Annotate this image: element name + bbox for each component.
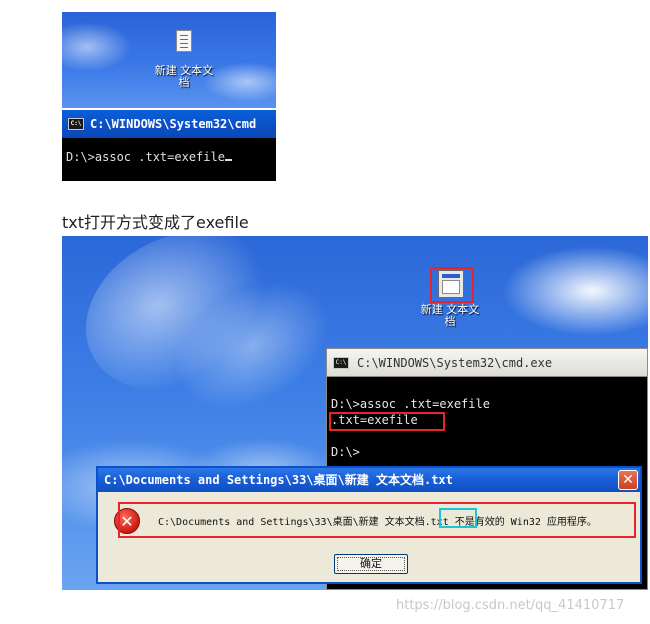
watermark: https://blog.csdn.net/qq_41410717 [396, 598, 625, 613]
desktop-background: 新建 文本文 档 [62, 12, 276, 108]
cmd-title-bar[interactable]: C:\ C:\WINDOWS\System32\cmd.exe [327, 349, 647, 377]
desktop-icon-label-line2: 档 [444, 315, 456, 328]
icon-highlight-box [430, 267, 474, 303]
cmd-window-icon: C:\ [68, 118, 84, 130]
caption: txt打开方式变成了exefile [62, 213, 249, 232]
cmd-line-3: D:\> [331, 445, 360, 459]
desktop-icon-label: 新建 文本文 档 [148, 65, 220, 89]
text-document-icon[interactable] [176, 30, 192, 52]
cmd-command-text: D:\>assoc .txt=exefile [66, 150, 225, 164]
ok-button[interactable]: 确定 [334, 554, 408, 574]
cmd-line-1: D:\>assoc .txt=exefile [331, 397, 490, 411]
desktop-icon-label-line2: 档 [178, 76, 190, 89]
screenshot-large: 新建 文本文 档 C:\ C:\WINDOWS\System32\cmd.exe… [62, 236, 648, 590]
cmd-window-icon: C:\ [333, 357, 349, 369]
desktop-icon-label: 新建 文本文 档 [408, 304, 492, 328]
text-cursor [224, 159, 232, 161]
cloud-decoration [62, 22, 132, 72]
cmd-window[interactable]: C:\ C:\WINDOWS\System32\cmd D:\>assoc .t… [62, 110, 276, 181]
extension-highlight-box [439, 508, 477, 528]
message-highlight-box [118, 502, 636, 538]
close-button[interactable]: ✕ [618, 470, 638, 490]
dialog-title-bar[interactable]: C:\Documents and Settings\33\桌面\新建 文本文档.… [98, 468, 640, 492]
cmd-title: C:\WINDOWS\System32\cmd.exe [357, 356, 553, 370]
cmd-title: C:\WINDOWS\System32\cmd [90, 117, 257, 131]
error-dialog: C:\Documents and Settings\33\桌面\新建 文本文档.… [96, 466, 642, 584]
screenshot-small: 新建 文本文 档 C:\ C:\WINDOWS\System32\cmd D:\… [62, 12, 276, 181]
dialog-title: C:\Documents and Settings\33\桌面\新建 文本文档.… [104, 473, 453, 487]
cmd-title-bar[interactable]: C:\ C:\WINDOWS\System32\cmd [62, 110, 276, 138]
cmd-prompt-line: D:\>assoc .txt=exefile [66, 150, 232, 164]
output-highlight-box [329, 412, 445, 431]
cloud-decoration [502, 246, 648, 336]
